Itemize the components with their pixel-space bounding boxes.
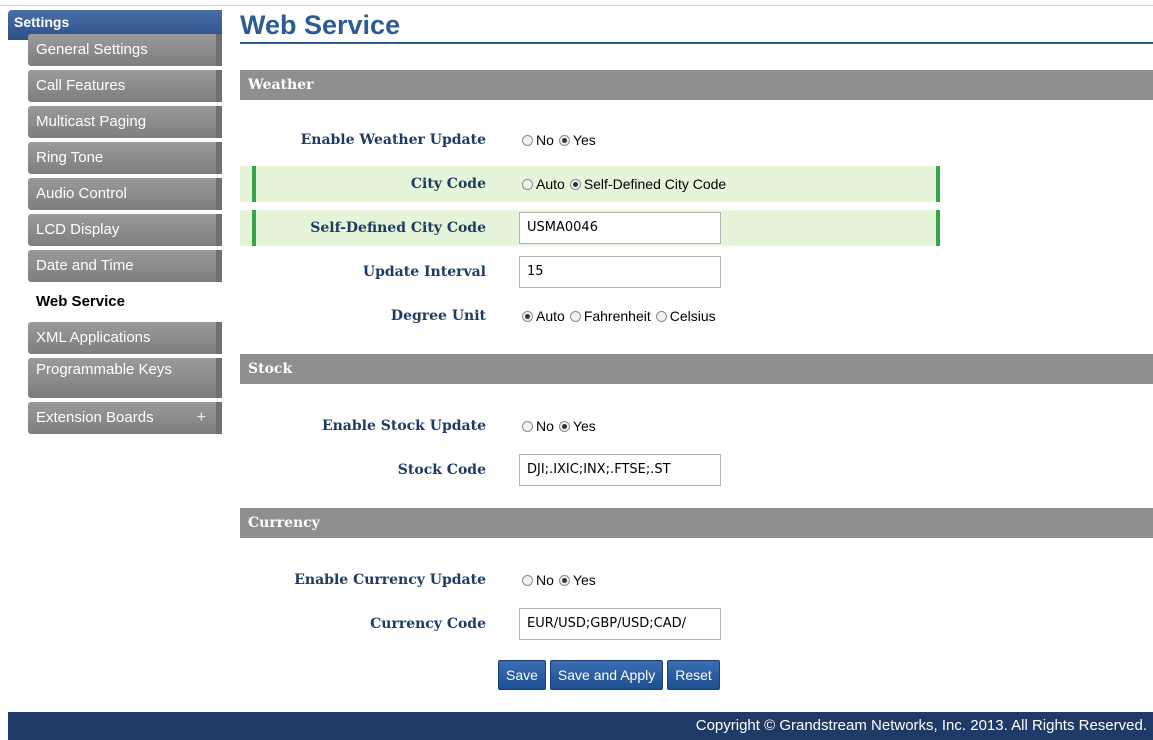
weather-yes-radio[interactable]: Yes [558,132,601,148]
self-city-input[interactable]: USMA0046 [519,212,721,244]
sidebar-item-general-settings[interactable]: General Settings [28,34,222,66]
action-buttons: Save Save and Apply Reset [498,660,720,690]
weather-section-header: Weather [240,70,1153,100]
highlight-right-border [936,210,940,246]
currency-no-radio[interactable]: No [522,572,559,588]
enable-weather-row: Enable Weather Update No Yes [240,122,1153,158]
save-and-apply-button[interactable]: Save and Apply [549,660,664,690]
footer-copyright: Copyright © Grandstream Networks, Inc. 2… [8,712,1153,740]
update-interval-label: Update Interval [362,264,486,280]
radio-icon [522,178,533,190]
update-interval-input[interactable]: 15 [519,256,721,288]
enable-currency-row: Enable Currency Update No Yes [240,562,1153,598]
radio-icon [522,574,533,586]
sidebar-item-date-and-time[interactable]: Date and Time [28,250,222,282]
currency-section-header: Currency [240,508,1153,538]
radio-selected-icon [569,178,581,190]
sidebar-item-lcd-display[interactable]: LCD Display [28,214,222,246]
enable-weather-label: Enable Weather Update [300,132,486,148]
radio-icon [522,420,533,432]
currency-code-input[interactable]: EUR/USD;GBP/USD;CAD/ [519,608,721,640]
top-divider [0,5,1153,6]
radio-selected-icon [522,310,533,322]
degree-unit-row: Degree Unit Auto Fahrenheit Celsius [240,298,1153,334]
radio-selected-icon [558,420,570,432]
sidebar-items: General Settings Call Features Multicast… [8,34,222,434]
city-code-row: City Code Auto Self-Defined City Code [240,166,940,202]
degree-fahrenheit-radio[interactable]: Fahrenheit [569,308,656,324]
save-button[interactable]: Save [498,660,546,690]
degree-auto-radio[interactable]: Auto [522,308,570,324]
radio-icon [522,134,533,146]
enable-currency-label: Enable Currency Update [294,572,486,588]
self-city-label: Self-Defined City Code [310,220,486,236]
sidebar-item-xml-applications[interactable]: XML Applications [28,322,222,354]
radio-icon [569,310,581,322]
stock-code-input[interactable]: DJI;.IXIC;INX;.FTSE;.ST [519,454,721,486]
degree-unit-label: Degree Unit [390,308,486,324]
sidebar-item-web-service[interactable]: Web Service [28,286,222,318]
currency-yes-radio[interactable]: Yes [558,572,601,588]
currency-code-row: Currency Code EUR/USD;GBP/USD;CAD/ [240,606,1153,642]
enable-stock-row: Enable Stock Update No Yes [240,408,1153,444]
radio-icon [655,310,667,322]
sidebar-item-audio-control[interactable]: Audio Control [28,178,222,210]
stock-no-radio[interactable]: No [522,418,559,434]
radio-selected-icon [558,134,570,146]
page-title: Web Service [240,10,1153,44]
reset-button[interactable]: Reset [667,660,720,690]
stock-code-row: Stock Code DJI;.IXIC;INX;.FTSE;.ST [240,452,1153,488]
stock-code-label: Stock Code [397,462,486,478]
stock-section-header: Stock [240,354,1153,384]
enable-stock-label: Enable Stock Update [321,418,486,434]
sidebar-item-call-features[interactable]: Call Features [28,70,222,102]
self-city-row: Self-Defined City Code USMA0046 [240,210,940,246]
city-self-defined-radio[interactable]: Self-Defined City Code [569,176,731,192]
sidebar-item-ring-tone[interactable]: Ring Tone [28,142,222,174]
highlight-right-border [936,166,940,202]
radio-selected-icon [558,574,570,586]
sidebar-item-extension-boards[interactable]: Extension Boards + [28,402,222,434]
sidebar-item-label: Extension Boards [36,409,154,426]
update-interval-row: Update Interval 15 [240,254,1153,290]
currency-code-label: Currency Code [370,616,486,632]
sidebar-item-programmable-keys[interactable]: Programmable Keys [28,358,222,398]
expand-plus-icon[interactable]: + [197,402,206,434]
stock-yes-radio[interactable]: Yes [558,418,601,434]
degree-celsius-radio[interactable]: Celsius [655,308,721,324]
sidebar-item-multicast-paging[interactable]: Multicast Paging [28,106,222,138]
city-code-label: City Code [410,176,486,192]
sidebar: Settings General Settings Call Features … [8,10,222,438]
city-auto-radio[interactable]: Auto [522,176,570,192]
main-content: Web Service Weather Enable Weather Updat… [240,10,1153,690]
weather-no-radio[interactable]: No [522,132,559,148]
